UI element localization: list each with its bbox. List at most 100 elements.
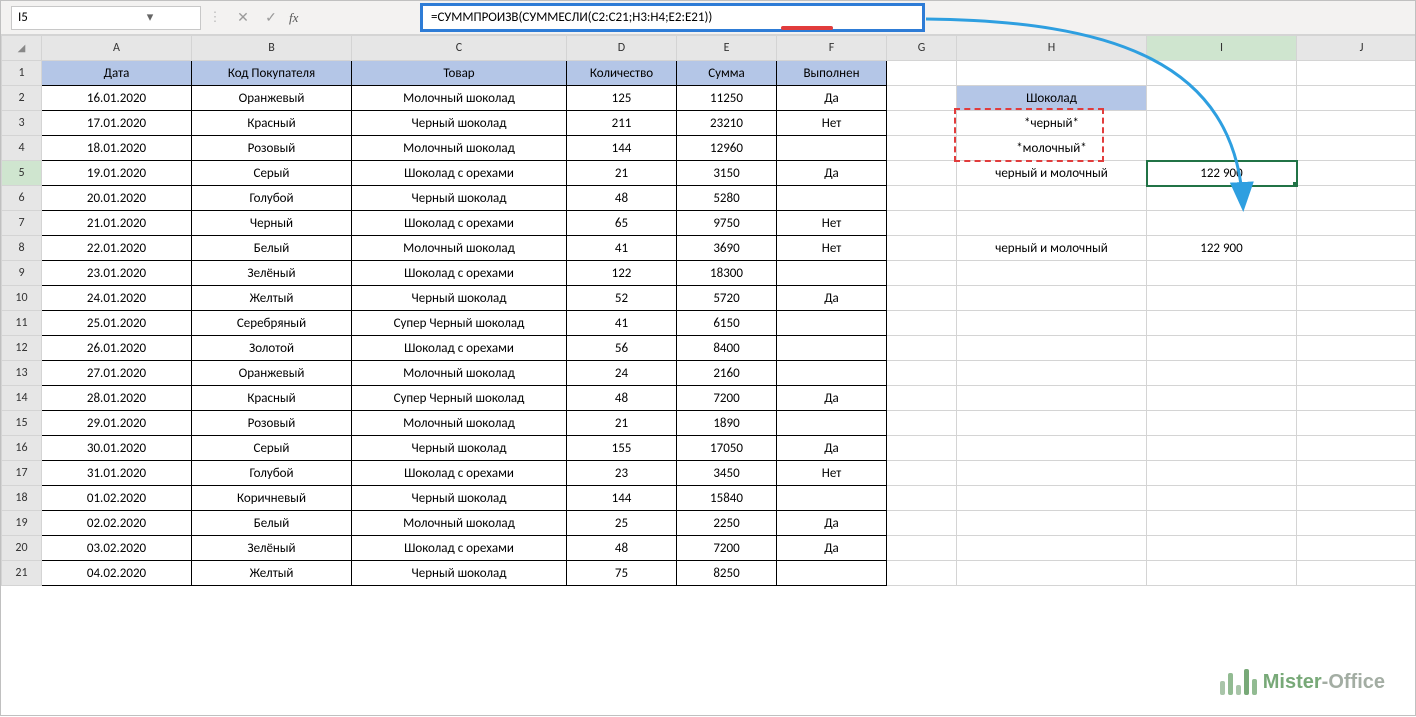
cell-E9[interactable]: 18300: [677, 261, 777, 286]
row-header-9[interactable]: 9: [2, 261, 42, 286]
cell-D6[interactable]: 48: [567, 186, 677, 211]
cell-D15[interactable]: 21: [567, 411, 677, 436]
cell-J7[interactable]: [1297, 211, 1416, 236]
cell-A19[interactable]: 02.02.2020: [42, 511, 192, 536]
cell-F17[interactable]: Нет: [777, 461, 887, 486]
cell-G7[interactable]: [887, 211, 957, 236]
header-e[interactable]: Сумма: [677, 61, 777, 86]
cell-A16[interactable]: 30.01.2020: [42, 436, 192, 461]
cell-E6[interactable]: 5280: [677, 186, 777, 211]
cell-G14[interactable]: [887, 386, 957, 411]
cell-H20[interactable]: [957, 536, 1147, 561]
cell-H17[interactable]: [957, 461, 1147, 486]
header-d[interactable]: Количество: [567, 61, 677, 86]
cell-E17[interactable]: 3450: [677, 461, 777, 486]
cell-E11[interactable]: 6150: [677, 311, 777, 336]
cell-B21[interactable]: Желтый: [192, 561, 352, 586]
row-header-7[interactable]: 7: [2, 211, 42, 236]
row-header-19[interactable]: 19: [2, 511, 42, 536]
cell-J14[interactable]: [1297, 386, 1416, 411]
row-header-2[interactable]: 2: [2, 86, 42, 111]
cell-A6[interactable]: 20.01.2020: [42, 186, 192, 211]
cell-B10[interactable]: Желтый: [192, 286, 352, 311]
cell-F13[interactable]: [777, 361, 887, 386]
cell-H14[interactable]: [957, 386, 1147, 411]
cell-J19[interactable]: [1297, 511, 1416, 536]
cell-A3[interactable]: 17.01.2020: [42, 111, 192, 136]
cell-B2[interactable]: Оранжевый: [192, 86, 352, 111]
cell-D8[interactable]: 41: [567, 236, 677, 261]
cell-D7[interactable]: 65: [567, 211, 677, 236]
cell-B8[interactable]: Белый: [192, 236, 352, 261]
cell-A2[interactable]: 16.01.2020: [42, 86, 192, 111]
cell-I7[interactable]: [1147, 211, 1297, 236]
cell-H5[interactable]: черный и молочный: [957, 161, 1147, 186]
cell-C4[interactable]: Молочный шоколад: [352, 136, 567, 161]
cell-H2[interactable]: Шоколад: [957, 86, 1147, 111]
cell-C2[interactable]: Молочный шоколад: [352, 86, 567, 111]
cell-G4[interactable]: [887, 136, 957, 161]
cell-C7[interactable]: Шоколад с орехами: [352, 211, 567, 236]
cell-G3[interactable]: [887, 111, 957, 136]
cell-D21[interactable]: 75: [567, 561, 677, 586]
cell-H16[interactable]: [957, 436, 1147, 461]
cell-G1[interactable]: [887, 61, 957, 86]
cell-C6[interactable]: Черный шоколад: [352, 186, 567, 211]
cell-I6[interactable]: [1147, 186, 1297, 211]
cell-J10[interactable]: [1297, 286, 1416, 311]
cell-E18[interactable]: 15840: [677, 486, 777, 511]
cell-D14[interactable]: 48: [567, 386, 677, 411]
cell-I15[interactable]: [1147, 411, 1297, 436]
cell-C17[interactable]: Шоколад с орехами: [352, 461, 567, 486]
cell-H1[interactable]: [957, 61, 1147, 86]
cell-A10[interactable]: 24.01.2020: [42, 286, 192, 311]
col-header-A[interactable]: A: [42, 36, 192, 61]
cell-G17[interactable]: [887, 461, 957, 486]
cell-B9[interactable]: Зелёный: [192, 261, 352, 286]
cell-E12[interactable]: 8400: [677, 336, 777, 361]
cell-G13[interactable]: [887, 361, 957, 386]
cell-E4[interactable]: 12960: [677, 136, 777, 161]
row-header-6[interactable]: 6: [2, 186, 42, 211]
cell-I9[interactable]: [1147, 261, 1297, 286]
col-header-B[interactable]: B: [192, 36, 352, 61]
cell-G19[interactable]: [887, 511, 957, 536]
cell-F9[interactable]: [777, 261, 887, 286]
cell-B3[interactable]: Красный: [192, 111, 352, 136]
cell-H21[interactable]: [957, 561, 1147, 586]
cell-C19[interactable]: Молочный шоколад: [352, 511, 567, 536]
cell-G21[interactable]: [887, 561, 957, 586]
cell-A8[interactable]: 22.01.2020: [42, 236, 192, 261]
cell-B15[interactable]: Розовый: [192, 411, 352, 436]
cell-E8[interactable]: 3690: [677, 236, 777, 261]
cell-C11[interactable]: Супер Черный шоколад: [352, 311, 567, 336]
cell-I17[interactable]: [1147, 461, 1297, 486]
cell-D3[interactable]: 211: [567, 111, 677, 136]
cell-B16[interactable]: Серый: [192, 436, 352, 461]
cell-D11[interactable]: 41: [567, 311, 677, 336]
row-header-15[interactable]: 15: [2, 411, 42, 436]
cell-D10[interactable]: 52: [567, 286, 677, 311]
cell-F7[interactable]: Нет: [777, 211, 887, 236]
cell-I5[interactable]: 122 900: [1147, 161, 1297, 186]
cell-B7[interactable]: Черный: [192, 211, 352, 236]
cell-G18[interactable]: [887, 486, 957, 511]
row-header-5[interactable]: 5: [2, 161, 42, 186]
cell-E3[interactable]: 23210: [677, 111, 777, 136]
cell-G11[interactable]: [887, 311, 957, 336]
row-header-13[interactable]: 13: [2, 361, 42, 386]
cell-H6[interactable]: [957, 186, 1147, 211]
row-header-4[interactable]: 4: [2, 136, 42, 161]
cell-A9[interactable]: 23.01.2020: [42, 261, 192, 286]
cell-F20[interactable]: Да: [777, 536, 887, 561]
cell-J1[interactable]: [1297, 61, 1416, 86]
row-header-17[interactable]: 17: [2, 461, 42, 486]
name-box-dropdown-icon[interactable]: ▾: [106, 11, 194, 25]
cell-A17[interactable]: 31.01.2020: [42, 461, 192, 486]
cell-D9[interactable]: 122: [567, 261, 677, 286]
cell-I2[interactable]: [1147, 86, 1297, 111]
cell-I3[interactable]: [1147, 111, 1297, 136]
cell-E16[interactable]: 17050: [677, 436, 777, 461]
cell-I18[interactable]: [1147, 486, 1297, 511]
cell-G5[interactable]: [887, 161, 957, 186]
